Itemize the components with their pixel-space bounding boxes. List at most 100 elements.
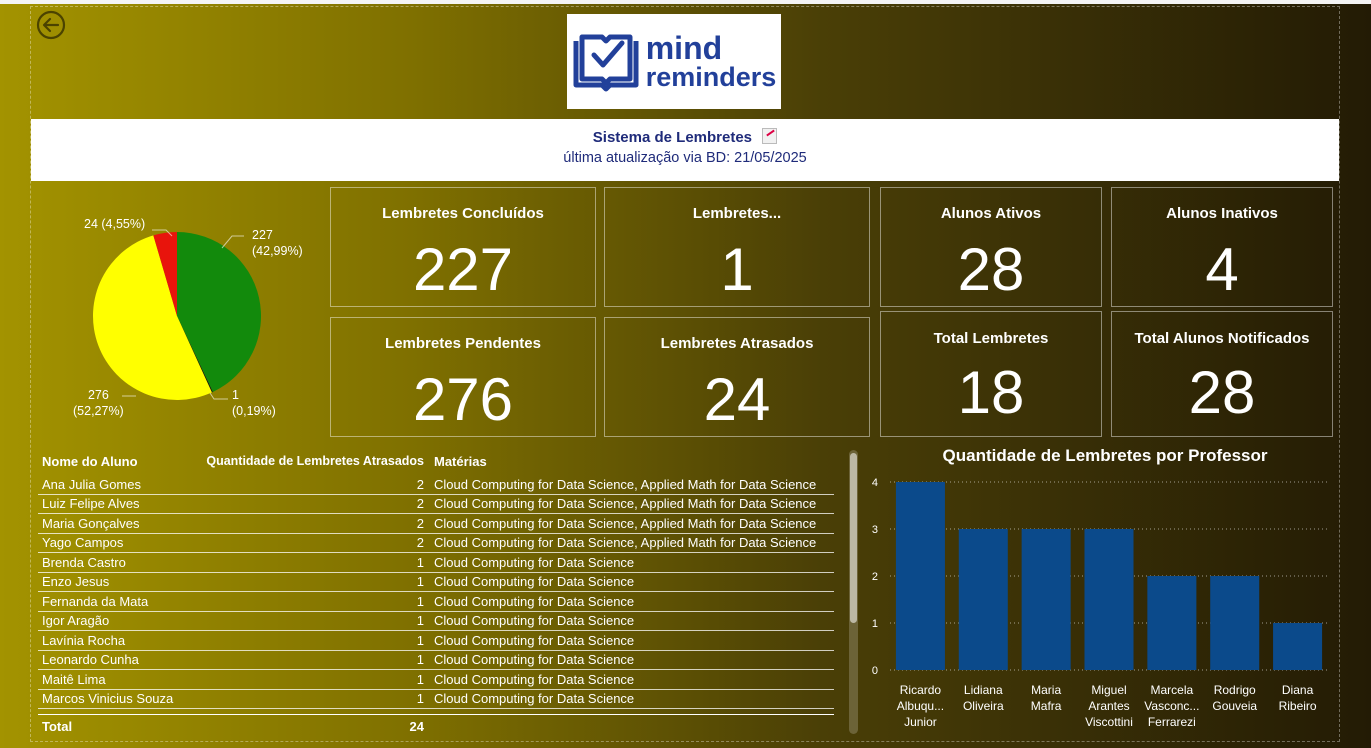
table-row[interactable]: Marcos Vinicius Souza 1 Cloud Computing fo… [38,690,834,709]
table-row[interactable]: Maria Gonçalves 2 Cloud Computing for Data… [38,514,834,534]
total-value: 24 [409,719,424,734]
cell-materias: Cloud Computing for Data Science [434,671,635,687]
x-tick-label: Marcela [1151,683,1194,697]
scrollbar-thumb[interactable] [850,453,857,623]
title-banner: Sistema de Lembretes última atualização … [31,119,1339,181]
card-label: Alunos Inativos [1166,205,1278,222]
cell-nome: Leonardo Cunha [42,652,139,668]
table-row[interactable]: Lavínia Rocha 1 Cloud Computing for Data S… [38,631,834,651]
cell-quantidade: 1 [416,554,424,570]
bar-chart-title: Quantidade de Lembretes por Professor [942,446,1268,465]
card-alunos-ativos[interactable]: Alunos Ativos 28 [880,187,1102,307]
card-value: 1 [720,236,754,303]
card-alunos-inativos[interactable]: Alunos Inativos 4 [1111,187,1333,307]
table-row[interactable]: Yago Campos 2 Cloud Computing for Data Sci… [38,534,834,553]
bar-3[interactable] [1084,529,1134,670]
cell-quantidade: 1 [416,691,424,707]
cell-nome: Ana Julia Gomes [42,476,141,492]
card-lembretes-concluidos[interactable]: Lembretes Concluídos 227 [330,187,596,307]
table-row[interactable]: Maitê Lima 1 Cloud Computing for Data Scie… [38,670,834,690]
professor-bar-chart: 0 1 2 3 4 Ricardo Albuqu... Junior Lidiana Olivei… [872,477,1330,729]
y-tick-label: 1 [872,618,878,630]
x-tick-label: Maria [1031,683,1061,697]
cell-quantidade: 2 [416,515,424,531]
pie-label-andamento-pct: (0,19%) [232,404,276,418]
cell-materias: Cloud Computing for Data Science, Applie… [434,535,817,551]
table-row[interactable]: Luiz Felipe Alves 2 Cloud Computing for Da… [38,495,834,514]
card-lembretes[interactable]: Lembretes... 1 [604,187,870,307]
cell-materias: Cloud Computing for Data Science, Applie… [434,515,817,531]
card-value: 4 [1205,236,1239,303]
y-tick-label: 2 [872,571,878,583]
logo-line2: reminders [645,62,777,92]
cell-nome: Yago Campos [42,535,124,551]
logo-line1: mind [645,30,723,66]
y-tick-label: 4 [872,477,878,489]
table-total-row: Total 24 [38,714,834,734]
cell-materias: Cloud Computing for Data Science [434,632,635,648]
x-tick-label: Oliveira [963,699,1004,713]
x-tick-label: Rodrigo [1214,683,1256,697]
cell-materias: Cloud Computing for Data Science [434,593,635,609]
cell-quantidade: 1 [416,593,424,609]
leader-line-concluidos [221,235,244,249]
bar-5[interactable] [1210,576,1260,670]
x-tick-label: Ricardo [900,683,942,697]
card-lembretes-atrasados[interactable]: Lembretes Atrasados 24 [604,317,870,437]
table-row[interactable]: Igor Aragão 1 Cloud Computing for Data Sci… [38,612,834,631]
cell-materias: Cloud Computing for Data Science [434,652,635,668]
pie-label-andamento: 1 (0,19%) [232,387,276,419]
bar-6[interactable] [1273,623,1323,670]
card-value: 28 [1188,359,1256,426]
cell-quantidade: 1 [416,632,424,648]
pie-label-concluidos: 227 (42,99%) [252,227,303,259]
x-tick-label: Diana [1282,683,1314,697]
col-header-materias-cell[interactable]: Matérias [434,454,834,469]
cell-quantidade: 2 [416,476,424,492]
cell-nome: Luiz Felipe Alves [42,496,140,512]
card-label: Total Lembretes [933,330,1049,347]
back-arrow-icon[interactable] [36,10,66,40]
top-strip [0,0,1371,4]
leader-line-andamento [209,392,228,400]
cell-materias: Cloud Computing for Data Science [434,691,635,707]
card-label: Total Alunos Notificados [1134,330,1310,347]
cell-materias: Cloud Computing for Data Science [434,574,635,590]
last-update-text: última atualização via BD: 21/05/2025 [563,150,807,166]
table-row[interactable]: Enzo Jesus 1 Cloud Computing for Data Scie… [38,573,834,592]
table-scrollbar[interactable] [849,450,858,734]
table-row[interactable]: Leonardo Cunha 1 Cloud Computing for Data … [38,651,834,670]
card-value: 276 [412,366,514,433]
pie-label-concluidos-value: 227 [252,228,273,242]
cell-nome: Maitê Lima [42,671,106,687]
bar-0[interactable] [895,482,945,670]
cell-nome: Maria Gonçalves [42,515,140,531]
card-total-alunos-notificados[interactable]: Total Alunos Notificados 28 [1111,311,1333,437]
col-header-quantidade[interactable]: Quantidade de Lembretes Atrasados [192,454,434,468]
bar-4[interactable] [1147,576,1197,670]
table-row[interactable]: Fernanda da Mata 1 Cloud Computing for Dat… [38,592,834,612]
bar-2[interactable] [1021,529,1071,670]
col-header-nome[interactable]: Nome do Aluno [38,454,192,469]
card-total-lembretes[interactable]: Total Lembretes 18 [880,311,1102,437]
pie-label-andamento-value: 1 [232,388,239,402]
cell-nome: Marcos Vinicius Souza [42,691,174,707]
x-tick-label: Gouveia [1212,699,1257,713]
x-tick-label: Vasconc... [1144,699,1199,713]
table-row[interactable]: Brenda Castro 1 Cloud Computing for Data S… [38,553,834,573]
table-row[interactable]: Ana Julia Gomes 2 Cloud Computing for Data… [38,475,834,495]
card-label: Lembretes Concluídos [382,205,544,222]
card-value: 28 [957,236,1025,303]
cell-materias: Cloud Computing for Data Science, Applie… [434,496,817,512]
col-header-materias[interactable]: Matérias [434,454,487,469]
cell-quantidade: 1 [416,574,424,590]
bar-1[interactable] [958,529,1008,670]
x-tick-label: Miguel [1091,683,1126,697]
card-value: 24 [703,366,771,433]
cell-nome: Enzo Jesus [42,574,110,590]
x-tick-label: Junior [904,715,937,729]
cell-quantidade: 1 [416,652,424,668]
cell-materias: Cloud Computing for Data Science [434,554,635,570]
card-value: 18 [957,359,1025,426]
card-lembretes-pendentes[interactable]: Lembretes Pendentes 276 [330,317,596,437]
